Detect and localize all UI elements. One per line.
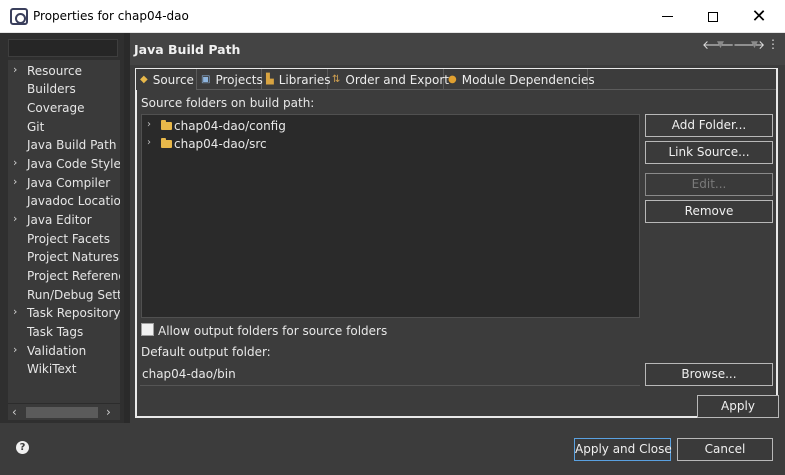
nav-item-git[interactable]: Git bbox=[8, 118, 120, 136]
tab-libraries[interactable]: ▙ Libraries bbox=[262, 69, 331, 90]
nav-horizontal-scrollbar[interactable]: ‹ › bbox=[8, 403, 120, 420]
tab-module-dependencies[interactable]: ● Module Dependencies bbox=[444, 69, 595, 90]
view-menu-icon[interactable]: ⋮ bbox=[767, 37, 779, 51]
nav-item-resource[interactable]: › Resource bbox=[8, 62, 120, 80]
scrollbar-thumb[interactable] bbox=[26, 407, 98, 418]
close-icon: ✕ bbox=[751, 5, 767, 27]
nav-item-wikitext[interactable]: WikiText bbox=[8, 360, 120, 378]
cancel-button[interactable]: Cancel bbox=[677, 438, 773, 461]
eclipse-app-icon bbox=[10, 8, 28, 25]
chevron-right-icon[interactable]: › bbox=[147, 137, 151, 148]
source-folder-icon bbox=[161, 138, 172, 148]
minimize-button[interactable] bbox=[644, 0, 690, 33]
forward-menu-icon[interactable]: ▼ bbox=[751, 40, 758, 50]
maximize-button[interactable] bbox=[690, 0, 736, 33]
default-output-folder-label: Default output folder: bbox=[141, 345, 271, 359]
source-icon: ◆ bbox=[140, 73, 148, 85]
close-button[interactable]: ✕ bbox=[736, 0, 782, 33]
chevron-right-icon[interactable]: › bbox=[13, 212, 17, 225]
chevron-right-icon[interactable]: › bbox=[13, 156, 17, 169]
source-folders-tree[interactable]: › chap04-dao/config › chap04-dao/src bbox=[141, 114, 640, 318]
chevron-right-icon[interactable]: › bbox=[13, 305, 17, 318]
window-title: Properties for chap04-dao bbox=[33, 9, 189, 23]
minimize-icon bbox=[661, 16, 673, 17]
projects-icon: ▣ bbox=[201, 73, 211, 85]
edit-button[interactable]: Edit... bbox=[645, 173, 773, 196]
nav-item-builders[interactable]: Builders bbox=[8, 80, 120, 98]
tabs-row: ◆ Source ▣ Projects ▙ Libraries ⇅ Order and … bbox=[136, 69, 776, 90]
help-icon[interactable]: ? bbox=[16, 441, 29, 454]
add-folder-button[interactable]: Add Folder... bbox=[645, 114, 773, 137]
nav-item-java-editor[interactable]: › Java Editor bbox=[8, 211, 120, 229]
nav-tree: › Resource Builders Coverage Git Java Bui… bbox=[8, 60, 120, 403]
nav-item-run-debug-settings[interactable]: Run/Debug Settings bbox=[8, 286, 120, 304]
chevron-right-icon[interactable]: › bbox=[147, 119, 151, 130]
nav-item-java-code-style[interactable]: › Java Code Style bbox=[8, 155, 120, 173]
nav-filter-input[interactable] bbox=[8, 39, 118, 57]
title-bar: Properties for chap04-dao ✕ bbox=[0, 0, 785, 33]
nav-item-project-references[interactable]: Project References bbox=[8, 267, 120, 285]
maximize-icon bbox=[708, 11, 718, 22]
allow-output-folders-label: Allow output folders for source folders bbox=[158, 324, 388, 338]
remove-button[interactable]: Remove bbox=[645, 200, 773, 223]
link-source-button[interactable]: Link Source... bbox=[645, 141, 773, 164]
scroll-left-icon[interactable]: ‹ bbox=[12, 405, 17, 419]
nav-item-task-repository[interactable]: › Task Repository bbox=[8, 304, 120, 322]
apply-button[interactable]: Apply bbox=[697, 395, 779, 418]
nav-item-project-natures[interactable]: Project Natures bbox=[8, 248, 120, 266]
nav-item-javadoc-location[interactable]: Javadoc Location bbox=[8, 192, 120, 210]
browse-button[interactable]: Browse... bbox=[645, 363, 773, 386]
allow-output-folders-checkbox[interactable] bbox=[141, 323, 154, 336]
module-icon: ● bbox=[448, 73, 457, 85]
order-export-icon: ⇅ bbox=[332, 73, 341, 85]
nav-item-java-build-path[interactable]: Java Build Path bbox=[8, 136, 120, 154]
nav-item-task-tags[interactable]: Task Tags bbox=[8, 323, 120, 341]
nav-item-project-facets[interactable]: Project Facets bbox=[8, 230, 120, 248]
source-folders-label: Source folders on build path: bbox=[141, 96, 315, 110]
source-folder-icon bbox=[161, 120, 172, 130]
default-output-folder-field[interactable]: chap04-dao/bin bbox=[140, 363, 640, 386]
page-header: Java Build Path 🡐 ▼ 🡒 ▼ ⋮ bbox=[130, 33, 785, 65]
forward-arrow-icon[interactable]: 🡒 bbox=[733, 37, 765, 52]
tab-projects[interactable]: ▣ Projects bbox=[197, 69, 263, 90]
chevron-right-icon[interactable]: › bbox=[13, 63, 17, 76]
chevron-right-icon[interactable]: › bbox=[13, 343, 17, 356]
apply-and-close-button[interactable]: Apply and Close bbox=[574, 438, 672, 461]
nav-item-java-compiler[interactable]: › Java Compiler bbox=[8, 174, 120, 192]
nav-item-coverage[interactable]: Coverage bbox=[8, 99, 120, 117]
back-menu-icon[interactable]: ▼ bbox=[717, 40, 724, 50]
tab-source[interactable]: ◆ Source bbox=[136, 69, 197, 90]
libraries-icon: ▙ bbox=[266, 73, 274, 85]
scroll-right-icon[interactable]: › bbox=[106, 405, 111, 419]
tab-order-and-export[interactable]: ⇅ Order and Export bbox=[328, 69, 449, 90]
nav-item-validation[interactable]: › Validation bbox=[8, 342, 120, 360]
page-title: Java Build Path bbox=[134, 42, 241, 57]
chevron-right-icon[interactable]: › bbox=[13, 175, 17, 188]
